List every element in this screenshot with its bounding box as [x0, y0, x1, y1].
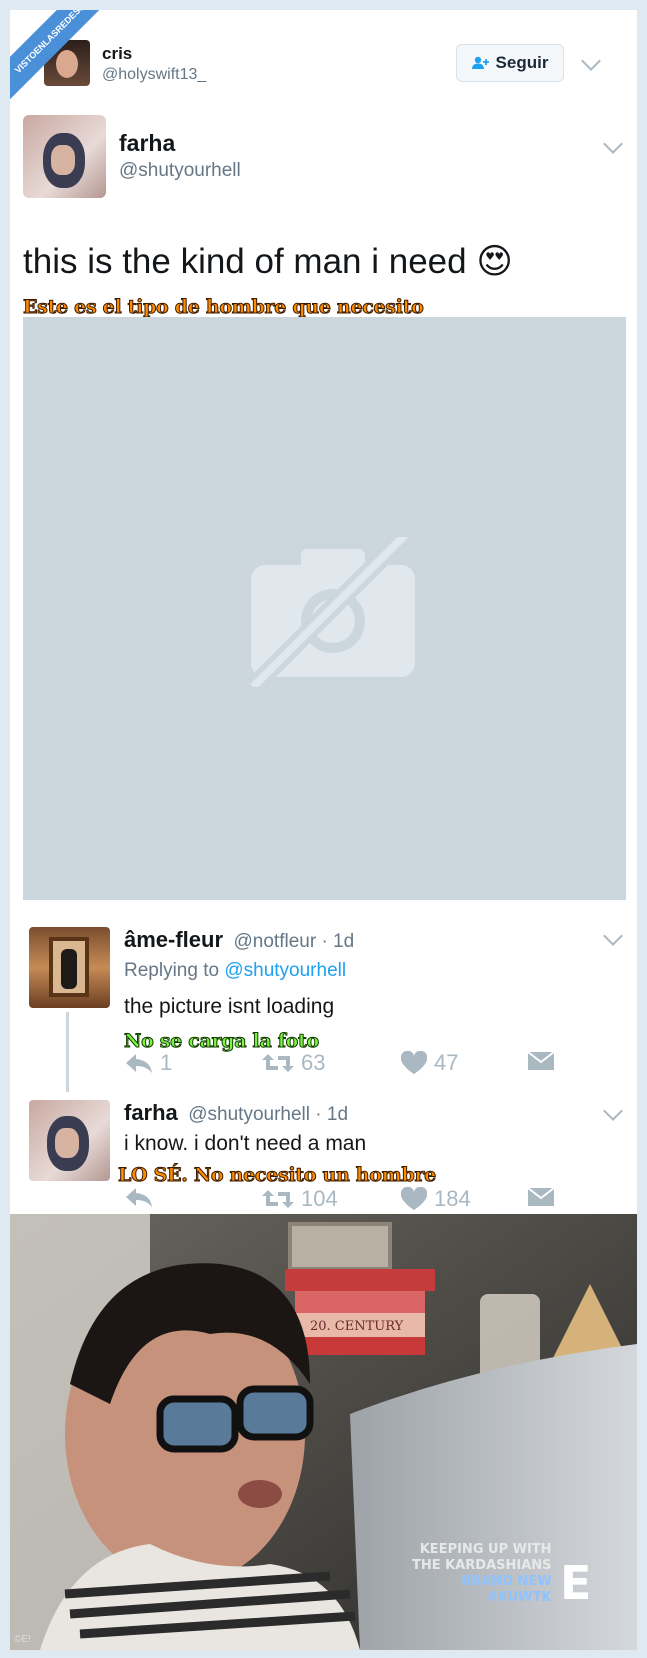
- direct-message-button[interactable]: [527, 1050, 555, 1072]
- avatar[interactable]: [29, 927, 110, 1008]
- corner-logo: ©E!: [14, 1634, 31, 1645]
- chevron-down-icon[interactable]: [603, 926, 623, 946]
- network-logo: E: [560, 1556, 592, 1610]
- like-count: 184: [434, 1186, 471, 1211]
- tweet-author-name[interactable]: farha: [119, 130, 175, 157]
- replying-to-link[interactable]: @shutyourhell: [224, 960, 346, 981]
- reply-text: the picture isnt loading: [124, 995, 335, 1018]
- like-button[interactable]: 47: [400, 1050, 458, 1076]
- hashtag-label: #KUWTK: [486, 1590, 552, 1605]
- follow-button[interactable]: Seguir: [456, 44, 564, 82]
- screenshot-frame: VISTOENLASREDES.com cris @holyswift13_ S…: [10, 10, 637, 1650]
- like-button[interactable]: 184: [400, 1186, 471, 1212]
- tv-still-image: 20. CENTURY KEEPING UP WITH THE KARDASHI…: [10, 1214, 637, 1650]
- book-spine-text: 20. CENTURY: [310, 1319, 404, 1334]
- retweet-count: 63: [301, 1050, 326, 1075]
- retweet-icon: [262, 1190, 294, 1208]
- avatar[interactable]: [29, 1100, 110, 1181]
- retweet-button[interactable]: 63: [261, 1050, 325, 1076]
- thread-line: [66, 1012, 69, 1092]
- tweet-text: this is the kind of man i need: [23, 242, 467, 281]
- chevron-down-icon[interactable]: [603, 1101, 623, 1121]
- show-title-line1: KEEPING UP WITH: [419, 1542, 552, 1557]
- reply-header: farha @shutyourhell · 1d: [124, 1100, 348, 1126]
- reply-button[interactable]: 1: [124, 1050, 172, 1076]
- follow-label: Seguir: [495, 53, 549, 72]
- reply-icon: [126, 1188, 152, 1207]
- retweet-button[interactable]: 104: [261, 1186, 338, 1212]
- header-user-name[interactable]: cris: [102, 44, 132, 64]
- heart-icon: [400, 1187, 428, 1210]
- heart-icon: [400, 1051, 428, 1074]
- reply-author-name[interactable]: âme-fleur: [124, 927, 223, 952]
- header-user-handle[interactable]: @holyswift13_: [102, 66, 206, 84]
- reply-author-name[interactable]: farha: [124, 1100, 178, 1125]
- reply-handle-time[interactable]: @notfleur · 1d: [234, 931, 355, 952]
- envelope-icon: [527, 1051, 555, 1070]
- brand-new-label: BRAND NEW: [461, 1574, 552, 1589]
- tweet-text-row: this is the kind of man i need 😍: [23, 242, 513, 282]
- subtitle-translation: LO SÉ. No necesito un hombre: [118, 1164, 437, 1187]
- no-photo-icon: [246, 537, 415, 687]
- reply-handle-time[interactable]: @shutyourhell · 1d: [188, 1104, 348, 1125]
- direct-message-button[interactable]: [527, 1186, 555, 1208]
- reply-icon: [126, 1054, 152, 1073]
- show-title-line2: THE KARDASHIANS: [412, 1558, 552, 1573]
- reply-count: 1: [160, 1050, 173, 1075]
- replying-to-line: Replying to @shutyourhell: [124, 960, 346, 982]
- subtitle-translation: No se carga la foto: [124, 1030, 320, 1053]
- reply-header: âme-fleur @notfleur · 1d: [124, 927, 354, 953]
- reply-text: i know. i don't need a man: [124, 1132, 367, 1155]
- reply-button[interactable]: [124, 1186, 160, 1208]
- chevron-down-icon[interactable]: [581, 51, 601, 71]
- tweet-author-handle[interactable]: @shutyourhell: [119, 160, 241, 182]
- replying-to-label: Replying to: [124, 960, 220, 981]
- chevron-down-icon[interactable]: [603, 134, 623, 154]
- like-count: 47: [434, 1050, 459, 1075]
- retweet-icon: [262, 1054, 294, 1072]
- broken-image-placeholder[interactable]: [23, 317, 626, 900]
- add-user-icon: [471, 56, 489, 69]
- heart-eyes-emoji: 😍: [476, 242, 513, 282]
- avatar[interactable]: [23, 115, 106, 198]
- subtitle-translation: Este es el tipo de hombre que necesito: [22, 296, 424, 319]
- retweet-count: 104: [301, 1186, 338, 1211]
- show-logo: KEEPING UP WITH THE KARDASHIANS BRAND NE…: [412, 1542, 552, 1606]
- envelope-icon: [527, 1187, 555, 1206]
